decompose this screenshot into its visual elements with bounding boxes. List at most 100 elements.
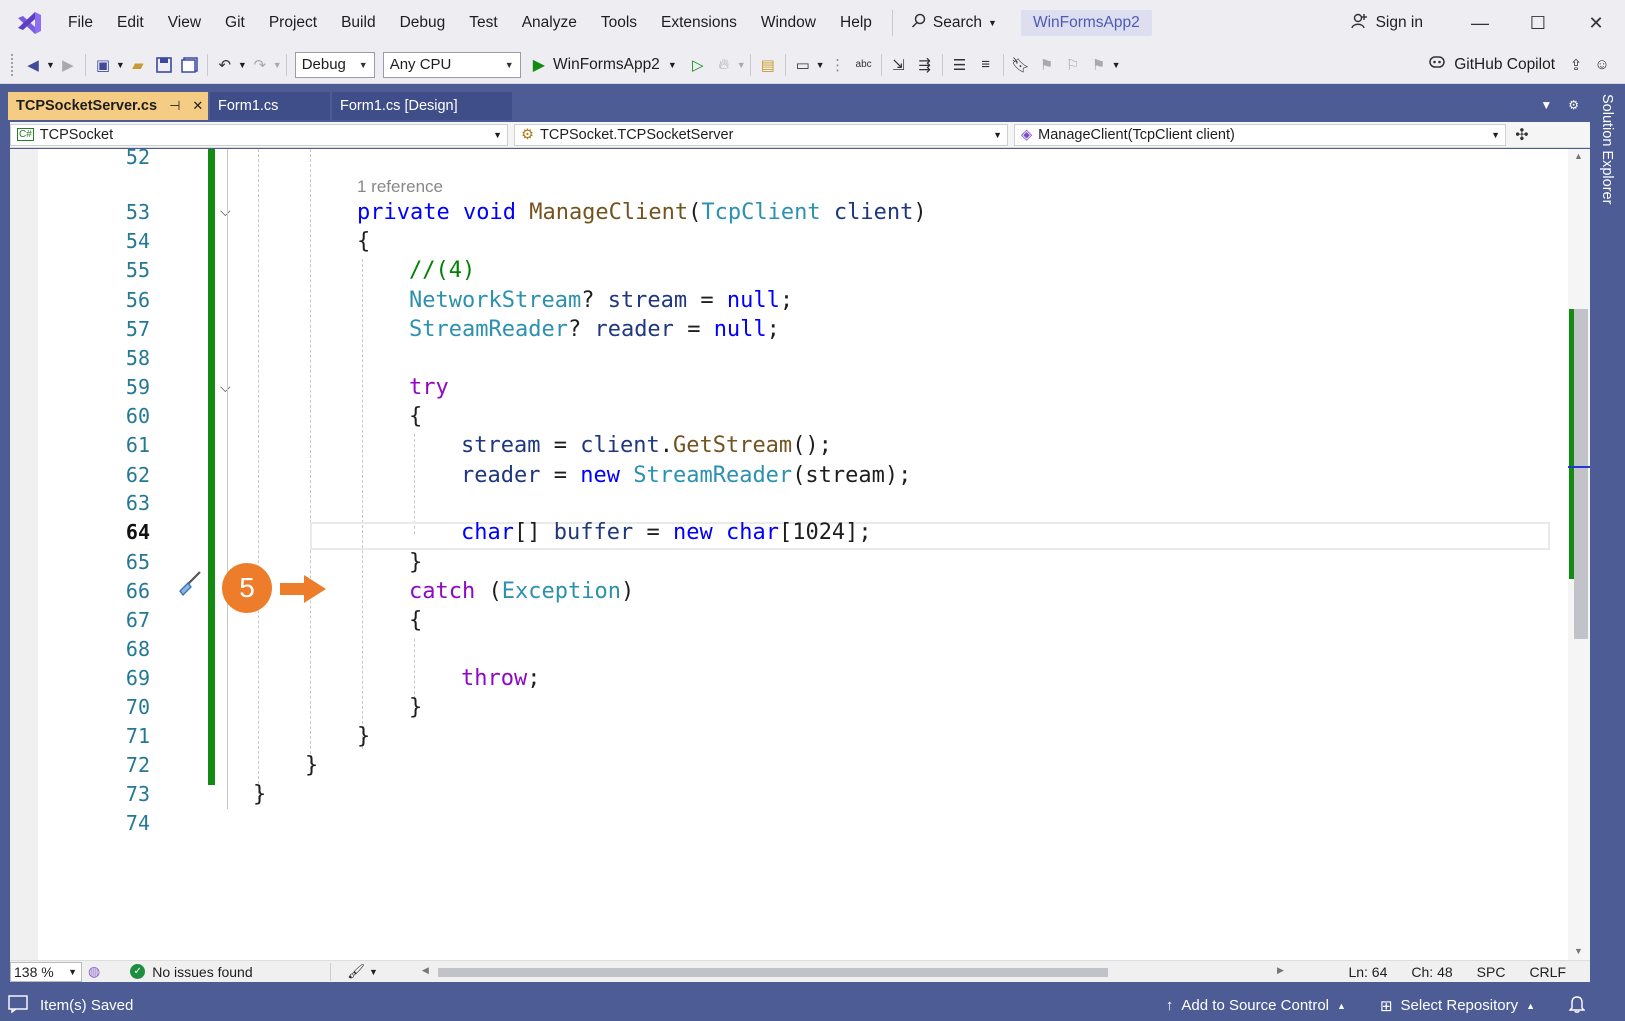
- previous-bookmark-icon[interactable]: ⚑: [1034, 52, 1060, 78]
- github-copilot-button[interactable]: GitHub Copilot: [1428, 54, 1555, 75]
- menu-build[interactable]: Build: [329, 0, 387, 46]
- menu-file[interactable]: File: [56, 0, 105, 46]
- menu-analyze[interactable]: Analyze: [510, 0, 589, 46]
- solution-platform-select[interactable]: Any CPU ▼: [382, 51, 521, 78]
- notifications-bell-icon[interactable]: [1568, 995, 1586, 1017]
- menu-window[interactable]: Window: [749, 0, 828, 46]
- chevron-down-icon[interactable]: ▼: [46, 60, 55, 70]
- zoom-select[interactable]: 138 % ▼: [10, 961, 82, 982]
- feedback-icon[interactable]: ☺: [1589, 52, 1615, 78]
- navigate-forward-icon[interactable]: ▶: [55, 52, 81, 78]
- code-editor[interactable]: 52 53 54 55 56 57 58 59 60 61 62 63 64 6…: [10, 149, 1590, 960]
- toolbar-grip[interactable]: [10, 52, 14, 77]
- menu-tools[interactable]: Tools: [589, 0, 649, 46]
- add-to-source-control-button[interactable]: ↑ Add to Source Control ▲: [1166, 997, 1346, 1014]
- scroll-left-icon[interactable]: ◀: [422, 965, 429, 976]
- solution-configuration-select[interactable]: Debug ▼: [294, 51, 375, 78]
- scrollbar-thumb[interactable]: [1574, 309, 1588, 639]
- output-window-icon[interactable]: [8, 994, 28, 1017]
- menu-debug[interactable]: Debug: [388, 0, 458, 46]
- share-icon[interactable]: ⇪: [1563, 52, 1589, 78]
- quick-actions-brush-icon[interactable]: [174, 569, 204, 603]
- select-repository-button[interactable]: ⊞ Select Repository ▲: [1380, 997, 1535, 1015]
- standard-toolbar: ◀ ▼ ▶ ▣ ▼ ▰ ↶ ▼ ↷ ▼ Debug ▼ Any CPU ▼ ▶ Wi…: [0, 46, 1625, 84]
- tab-form1-design[interactable]: Form1.cs [Design]: [332, 92, 512, 120]
- scrollbar-thumb[interactable]: [437, 967, 1108, 977]
- brain-icon[interactable]: ◍: [88, 963, 100, 980]
- minimize-button[interactable]: —: [1451, 0, 1509, 46]
- column-indicator[interactable]: Ch: 48: [1411, 964, 1452, 980]
- document-well: TCPSocketServer.cs ⊣ ✕ Form1.cs Form1.cs…: [8, 90, 1593, 990]
- uncomment-lines-icon[interactable]: ≡: [973, 52, 999, 78]
- chevron-down-icon[interactable]: ▼: [1112, 60, 1121, 70]
- codelens-references[interactable]: 1 reference: [357, 177, 443, 197]
- step-over-icon[interactable]: ⇶: [912, 52, 938, 78]
- open-folder-icon[interactable]: ▰: [125, 52, 151, 78]
- redo-icon[interactable]: ↷: [247, 52, 273, 78]
- close-window-button[interactable]: ✕: [1567, 0, 1625, 46]
- search-button[interactable]: Search ▼: [901, 13, 1007, 34]
- code-cleanup-brush-icon[interactable]: 🖌︎: [347, 963, 365, 980]
- scroll-up-icon[interactable]: ▲: [1574, 151, 1583, 161]
- indicator-margin[interactable]: [10, 149, 38, 960]
- line-number: 73: [125, 782, 150, 806]
- chevron-down-icon[interactable]: ▼: [369, 967, 378, 977]
- save-all-icon[interactable]: [177, 52, 203, 78]
- vertical-scrollbar[interactable]: ▼ ▲: [1568, 149, 1590, 960]
- tab-form1[interactable]: Form1.cs: [210, 92, 330, 120]
- menu-extensions[interactable]: Extensions: [649, 0, 749, 46]
- document-health-indicator[interactable]: ✓ No issues found: [130, 964, 330, 980]
- pin-icon[interactable]: ⊣: [169, 98, 180, 114]
- collapse-region-icon[interactable]: ⌵: [220, 379, 231, 396]
- step-into-icon[interactable]: ⇲: [886, 52, 912, 78]
- tab-list-dropdown-icon[interactable]: ▼: [1540, 98, 1552, 112]
- chevron-down-icon[interactable]: ▼: [116, 60, 125, 70]
- menu-git[interactable]: Git: [213, 0, 257, 46]
- start-debugging-button[interactable]: ▶ WinFormsApp2 ▼: [525, 55, 685, 75]
- whitespace-indicator[interactable]: SPC: [1477, 964, 1506, 980]
- chevron-down-icon[interactable]: ▼: [238, 60, 247, 70]
- sign-in-button[interactable]: Sign in: [1350, 12, 1423, 35]
- split-window-icon[interactable]: ✣: [1512, 125, 1532, 145]
- window-layout-icon[interactable]: ▭: [790, 52, 816, 78]
- menu-view[interactable]: View: [156, 0, 213, 46]
- clear-bookmarks-icon[interactable]: ⚑: [1086, 52, 1112, 78]
- copilot-icon: [1428, 54, 1446, 75]
- save-icon[interactable]: [151, 52, 177, 78]
- scroll-right-icon[interactable]: ▶: [1277, 965, 1284, 976]
- maximize-button[interactable]: ☐: [1509, 0, 1567, 46]
- menu-project[interactable]: Project: [257, 0, 329, 46]
- collapse-region-icon[interactable]: ⌵: [220, 203, 231, 220]
- close-icon[interactable]: ✕: [192, 98, 203, 114]
- member-select[interactable]: ◈ ManageClient(TcpClient client) ▼: [1014, 123, 1506, 146]
- browse-folder-icon[interactable]: ▤: [755, 52, 781, 78]
- scroll-down-icon[interactable]: ▼: [1574, 946, 1583, 956]
- project-select[interactable]: C# TCPSocket ▼: [10, 123, 508, 146]
- line-indicator[interactable]: Ln: 64: [1348, 964, 1387, 980]
- hot-reload-icon[interactable]: 🔥︎: [711, 52, 737, 78]
- type-select[interactable]: ⚙ TCPSocket.TCPSocketServer ▼: [514, 123, 1008, 146]
- menu-divider: [891, 10, 893, 36]
- start-without-debugging-icon[interactable]: ▷: [685, 52, 711, 78]
- comment-lines-icon[interactable]: ☰: [947, 52, 973, 78]
- spell-check-icon[interactable]: abc: [851, 52, 877, 78]
- horizontal-scrollbar[interactable]: ◀ ▶: [418, 961, 1288, 983]
- chevron-down-icon[interactable]: ▼: [273, 60, 282, 70]
- navigate-back-icon[interactable]: ◀: [20, 52, 46, 78]
- chevron-down-icon[interactable]: ▼: [737, 60, 746, 70]
- gear-icon[interactable]: ⚙: [1568, 98, 1579, 112]
- toolbar-options-icon[interactable]: ⋮: [825, 52, 851, 78]
- side-tool-strip: Solution Explorer: [1595, 88, 1625, 988]
- new-project-icon[interactable]: ▣: [90, 52, 116, 78]
- tab-tcpsocketserver[interactable]: TCPSocketServer.cs ⊣ ✕: [8, 92, 208, 120]
- line-ending-indicator[interactable]: CRLF: [1529, 964, 1566, 980]
- change-tracking-bar: [208, 149, 215, 785]
- menu-edit[interactable]: Edit: [105, 0, 156, 46]
- undo-icon[interactable]: ↶: [212, 52, 238, 78]
- menu-help[interactable]: Help: [828, 0, 884, 46]
- solution-explorer-tab[interactable]: Solution Explorer: [1599, 94, 1615, 204]
- chevron-down-icon[interactable]: ▼: [816, 60, 825, 70]
- menu-test[interactable]: Test: [457, 0, 509, 46]
- next-bookmark-icon[interactable]: ⚐: [1060, 52, 1086, 78]
- bookmark-icon[interactable]: 🔖︎: [1008, 52, 1034, 78]
